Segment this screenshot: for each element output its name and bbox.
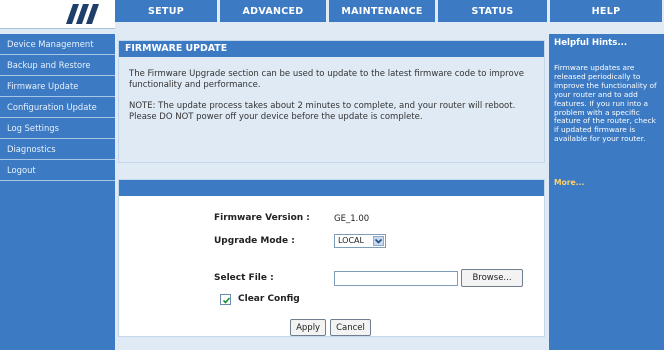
browse-button[interactable]: Browse... — [461, 269, 523, 287]
logo — [0, 0, 115, 29]
sidebar-item-configuration-update[interactable]: Configuration Update — [0, 97, 115, 118]
chevron-down-icon — [373, 236, 384, 246]
firmware-form-panel: Firmware Version : GE_1.00 Upgrade Mode … — [118, 179, 545, 337]
sidebar-item-device-management[interactable]: Device Management — [0, 34, 115, 55]
clear-config-label: Clear Config — [238, 294, 300, 304]
sidebar-item-logout[interactable]: Logout — [0, 160, 115, 181]
left-sidebar: Device Management Backup and Restore Fir… — [0, 34, 115, 350]
action-buttons: Apply Cancel — [115, 319, 546, 336]
tab-setup[interactable]: SETUP — [115, 0, 217, 22]
tab-advanced[interactable]: ADVANCED — [220, 0, 326, 22]
top-header: SETUP ADVANCED MAINTENANCE STATUS HELP — [0, 0, 664, 29]
file-path-input[interactable] — [334, 271, 458, 286]
logo-slashes-icon — [66, 4, 99, 24]
form-panel-header — [119, 180, 544, 196]
firmware-version-value: GE_1.00 — [334, 214, 370, 224]
description-text: The Firmware Upgrade section can be used… — [129, 69, 524, 90]
tab-maintenance[interactable]: MAINTENANCE — [329, 0, 435, 22]
main-nav-tabs: SETUP ADVANCED MAINTENANCE STATUS HELP — [115, 0, 662, 22]
upgrade-mode-value: LOCAL — [338, 236, 364, 245]
sidebar-item-diagnostics[interactable]: Diagnostics — [0, 139, 115, 160]
firmware-info-panel: FIRMWARE UPDATE The Firmware Upgrade sec… — [118, 40, 545, 163]
hints-text: Firmware updates are released periodical… — [554, 63, 657, 144]
check-icon — [222, 297, 231, 304]
upgrade-mode-select[interactable]: LOCAL — [334, 234, 386, 248]
tab-status[interactable]: STATUS — [438, 0, 547, 22]
main-content: FIRMWARE UPDATE The Firmware Upgrade sec… — [115, 34, 546, 350]
note-text: NOTE: The update process takes about 2 m… — [129, 101, 516, 122]
firmware-version-label: Firmware Version : — [214, 213, 310, 223]
apply-button[interactable]: Apply — [290, 319, 327, 336]
firmware-description: The Firmware Upgrade section can be used… — [129, 69, 544, 133]
more-link[interactable]: More... — [554, 178, 584, 187]
clear-config-checkbox[interactable] — [220, 294, 231, 305]
select-file-label: Select File : — [214, 273, 274, 283]
tab-help[interactable]: HELP — [550, 0, 662, 22]
helpful-hints-panel: Helpful Hints... Firmware updates are re… — [549, 34, 664, 350]
hints-title: Helpful Hints... — [554, 38, 628, 48]
sidebar-item-log-settings[interactable]: Log Settings — [0, 118, 115, 139]
upgrade-mode-label: Upgrade Mode : — [214, 236, 295, 246]
sidebar-item-backup-restore[interactable]: Backup and Restore — [0, 55, 115, 76]
page-title: FIRMWARE UPDATE — [119, 41, 544, 57]
sidebar-item-firmware-update[interactable]: Firmware Update — [0, 76, 115, 97]
cancel-button[interactable]: Cancel — [330, 319, 371, 336]
